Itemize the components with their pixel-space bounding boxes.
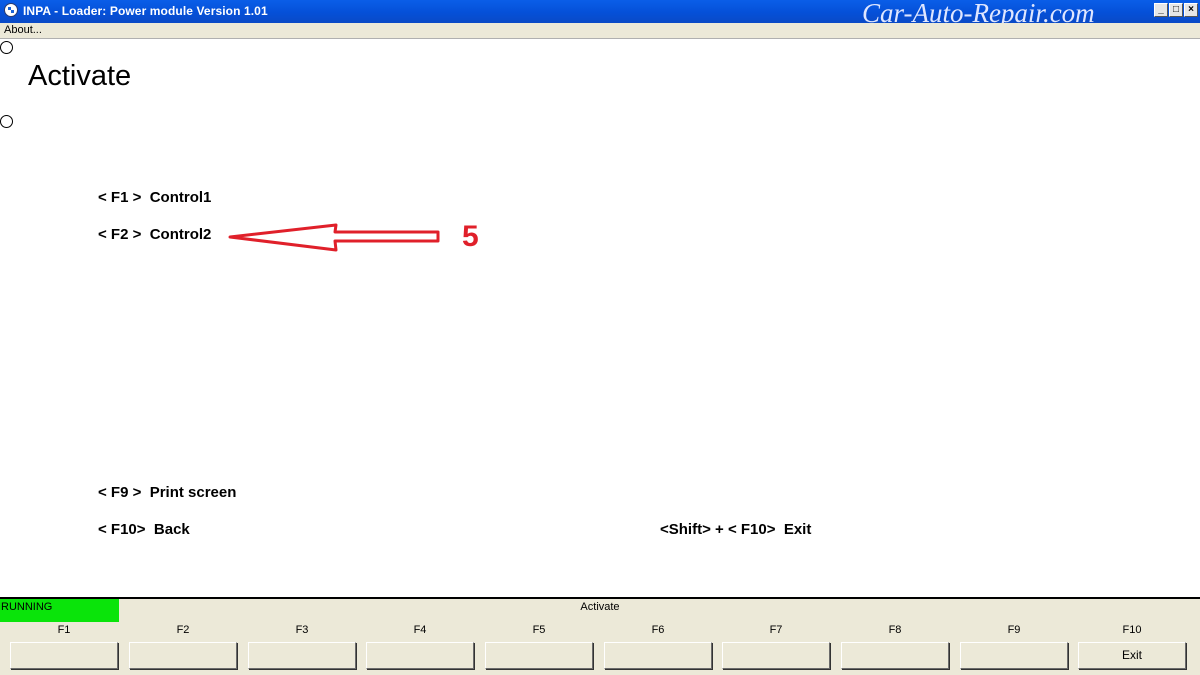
menu-item-key: < F9 > bbox=[98, 484, 142, 501]
menu-item-key: < F2 > bbox=[98, 226, 142, 243]
f4-button[interactable] bbox=[366, 642, 474, 669]
fkey-label-f3: F3 bbox=[295, 624, 309, 636]
f6-button[interactable] bbox=[604, 642, 712, 669]
bmw-logo-icon bbox=[4, 3, 18, 17]
title-bar: INPA - Loader: Power module Version 1.01… bbox=[0, 0, 1200, 28]
fkey-label-f1: F1 bbox=[57, 624, 71, 636]
fkey-label-f5: F5 bbox=[532, 624, 546, 636]
fkey-label-f10: F10 bbox=[1122, 624, 1142, 636]
menu-item-f1[interactable]: < F1 > Control1 bbox=[98, 189, 211, 206]
exit-button[interactable]: Exit bbox=[1078, 642, 1186, 669]
status-title: Activate bbox=[580, 601, 620, 613]
f3-button[interactable] bbox=[248, 642, 356, 669]
menu-item-key: <Shift> + < F10> bbox=[660, 521, 776, 538]
f7-button[interactable] bbox=[722, 642, 830, 669]
f8-button[interactable] bbox=[841, 642, 949, 669]
maximize-button[interactable]: □ bbox=[1169, 3, 1183, 17]
annotation-number: 5 bbox=[462, 220, 479, 253]
menu-item-label: Back bbox=[153, 521, 190, 538]
minimize-button[interactable]: _ bbox=[1154, 3, 1168, 17]
menu-item-f2[interactable]: < F2 > Control2 bbox=[98, 226, 211, 243]
menu-item-key: < F10> bbox=[98, 521, 146, 538]
annotation-arrow bbox=[228, 223, 440, 252]
fkey-label-f4: F4 bbox=[413, 624, 427, 636]
f5-button[interactable] bbox=[485, 642, 593, 669]
fkey-label-f8: F8 bbox=[888, 624, 902, 636]
f1-button[interactable] bbox=[10, 642, 118, 669]
menu-item-key: < F1 > bbox=[98, 189, 142, 206]
menu-about[interactable]: About... bbox=[4, 24, 42, 36]
window-title: INPA - Loader: Power module Version 1.01 bbox=[23, 4, 268, 18]
close-button[interactable]: × bbox=[1184, 3, 1198, 17]
menu-item-label: Control2 bbox=[149, 226, 212, 243]
menu-bar: About... bbox=[0, 23, 1200, 39]
fkey-label-f7: F7 bbox=[769, 624, 783, 636]
f9-button[interactable] bbox=[960, 642, 1068, 669]
fkey-label-f2: F2 bbox=[176, 624, 190, 636]
radio-button-2[interactable] bbox=[0, 115, 13, 128]
fkey-label-f9: F9 bbox=[1007, 624, 1021, 636]
function-key-panel: RUNNING Activate F1 F2 F3 F4 F5 F6 F7 F8… bbox=[0, 597, 1200, 675]
menu-item-f10[interactable]: < F10> Back bbox=[98, 521, 190, 538]
f2-button[interactable] bbox=[129, 642, 237, 669]
radio-button-1[interactable] bbox=[0, 41, 13, 54]
menu-item-label: Print screen bbox=[149, 484, 237, 501]
menu-item-shift-f10[interactable]: <Shift> + < F10> Exit bbox=[660, 521, 811, 538]
menu-item-label: Control1 bbox=[149, 189, 212, 206]
fkey-label-f6: F6 bbox=[651, 624, 665, 636]
menu-item-f9[interactable]: < F9 > Print screen bbox=[98, 484, 236, 501]
menu-item-label: Exit bbox=[783, 521, 812, 538]
page-title: Activate bbox=[28, 60, 132, 92]
